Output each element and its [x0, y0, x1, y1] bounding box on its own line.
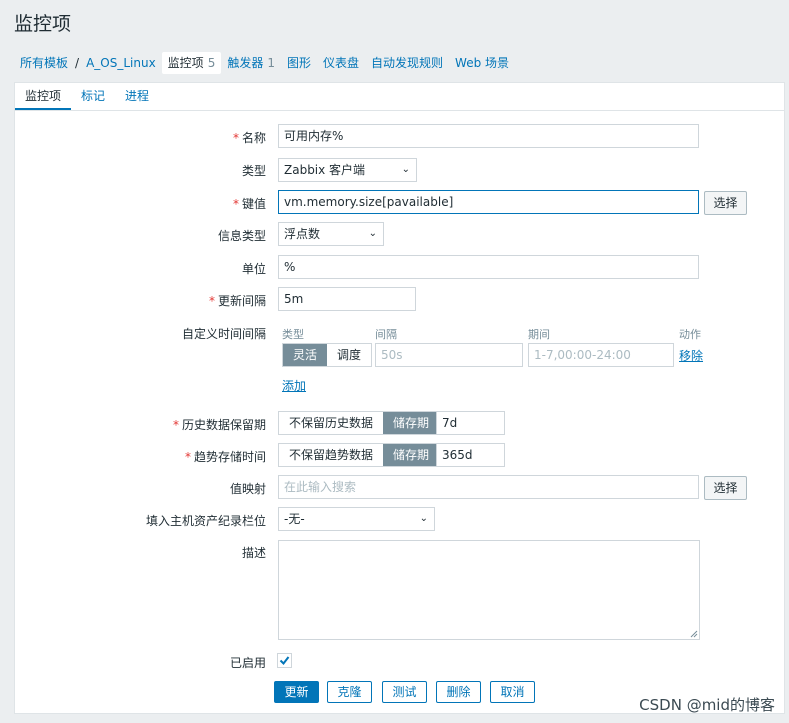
breadcrumb-triggers[interactable]: 触发器 1 [221, 52, 281, 74]
history-input[interactable]: 7d [436, 411, 505, 435]
cancel-button[interactable]: 取消 [490, 681, 535, 703]
test-button[interactable]: 测试 [382, 681, 427, 703]
description-label: 描述 [241, 546, 266, 560]
breadcrumb-graphs[interactable]: 图形 [281, 52, 317, 74]
col-period-header: 期间 [528, 328, 550, 341]
resize-handle-icon[interactable] [690, 630, 698, 638]
inventory-label: 填入主机资产纪录栏位 [145, 514, 266, 528]
history-off-option[interactable]: 不保留历史数据 [279, 412, 383, 434]
chevron-down-icon: ⌄ [401, 164, 410, 175]
chevron-down-icon: ⌄ [368, 228, 377, 239]
add-interval-link[interactable]: 添加 [282, 377, 306, 394]
enabled-checkbox[interactable] [277, 653, 292, 668]
clone-button[interactable]: 克隆 [327, 681, 372, 703]
breadcrumb: 所有模板 / A_OS_Linux 监控项 5 触发器 1 图形 仪表盘 自动发现规… [14, 52, 515, 74]
trends-label: * 趋势存储时间 [184, 450, 266, 464]
name-label: * 名称 [232, 131, 266, 145]
type-select[interactable]: Zabbix 客户端 ⌄ [278, 158, 417, 182]
valuemap-input[interactable]: 在此输入搜索 [278, 475, 699, 499]
breadcrumb-all-templates[interactable]: 所有模板 [14, 52, 74, 74]
tab-bar: 监控项 标记 进程 [15, 83, 784, 111]
trends-on-option[interactable]: 储存期 [383, 444, 440, 466]
units-label: 单位 [241, 262, 266, 276]
key-input[interactable]: vm.memory.size[pavailable] [278, 190, 699, 214]
enabled-label: 已启用 [229, 656, 266, 670]
watermark: CSDN @mid的博客 [639, 696, 775, 714]
history-on-option[interactable]: 储存期 [383, 412, 440, 434]
key-label: * 键值 [232, 197, 266, 211]
interval-label: * 更新间隔 [208, 294, 266, 308]
tab-tags[interactable]: 标记 [71, 83, 115, 110]
col-type-header: 类型 [282, 328, 304, 341]
update-button[interactable]: 更新 [274, 681, 319, 703]
valuemap-select-button[interactable]: 选择 [704, 476, 747, 500]
custom-interval-input[interactable]: 50s [375, 343, 523, 367]
breadcrumb-discovery[interactable]: 自动发现规则 [365, 52, 449, 74]
history-label: * 历史数据保留期 [172, 418, 266, 432]
breadcrumb-host[interactable]: A_OS_Linux [80, 52, 162, 74]
custom-period-input[interactable]: 1-7,00:00-24:00 [528, 343, 674, 367]
delete-button[interactable]: 删除 [436, 681, 481, 703]
name-input[interactable]: 可用内存% [278, 124, 699, 148]
key-select-button[interactable]: 选择 [704, 191, 747, 215]
trends-input[interactable]: 365d [436, 443, 505, 467]
chevron-down-icon: ⌄ [419, 513, 428, 524]
remove-interval-link[interactable]: 移除 [679, 347, 703, 364]
tab-preprocessing[interactable]: 进程 [115, 83, 159, 110]
page-title: 监控项 [14, 13, 72, 35]
units-input[interactable]: % [278, 255, 699, 279]
valuemap-label: 值映射 [229, 482, 266, 496]
info-type-label: 信息类型 [217, 229, 266, 243]
trends-toggle: 不保留趋势数据 储存期 [278, 443, 441, 467]
breadcrumb-web[interactable]: Web 场景 [449, 52, 515, 74]
item-form-panel: 监控项 标记 进程 * 名称 可用内存% 类型 Zabbix 客户端 ⌄ * 键值 v… [14, 82, 785, 714]
custom-intervals-label: 自定义时间间隔 [181, 327, 266, 341]
col-action-header: 动作 [679, 328, 701, 341]
info-type-select[interactable]: 浮点数 ⌄ [278, 222, 384, 246]
type-label: 类型 [241, 164, 266, 178]
col-interval-header: 间隔 [375, 328, 397, 341]
interval-input[interactable]: 5m [278, 287, 416, 311]
inventory-select[interactable]: -无- ⌄ [278, 507, 435, 531]
trends-off-option[interactable]: 不保留趋势数据 [279, 444, 383, 466]
triggers-count: 1 [267, 56, 275, 70]
items-count: 5 [207, 56, 216, 70]
tab-item[interactable]: 监控项 [15, 83, 72, 110]
breadcrumb-items[interactable]: 监控项 5 [161, 52, 222, 74]
flexible-option[interactable]: 灵活 [283, 344, 328, 366]
scheduling-option[interactable]: 调度 [327, 344, 371, 366]
history-toggle: 不保留历史数据 储存期 [278, 411, 441, 435]
interval-type-toggle: 灵活 调度 [282, 343, 373, 367]
checkmark-icon [279, 656, 290, 666]
description-textarea[interactable] [278, 540, 700, 640]
breadcrumb-dashboards[interactable]: 仪表盘 [317, 52, 365, 74]
